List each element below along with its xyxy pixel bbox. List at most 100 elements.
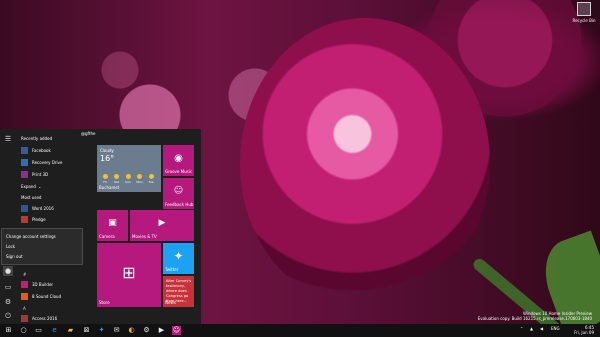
app-label: 3D Builder: [32, 282, 54, 287]
tile-weather[interactable]: Cloudy 16° Fri Sat Sun Mon Tue Bucharest: [97, 145, 161, 192]
language-indicator[interactable]: ENG: [551, 326, 560, 331]
forecast-day: Sun: [123, 173, 133, 184]
documents-icon[interactable]: ▭: [3, 282, 13, 292]
twitter-bird-icon: ✦: [173, 249, 184, 263]
forecast-day: Sat: [112, 173, 122, 184]
evaluation-watermark: Windows 10 Home Insider Preview Evaluati…: [478, 311, 592, 321]
app-list: Recently added Facebook Recovery Drive P…: [17, 132, 93, 322]
tile-groove-music[interactable]: ◉ Groove Music: [163, 145, 194, 176]
tile-label: Movies & TV: [132, 234, 157, 239]
sun-icon: [114, 174, 119, 179]
expand-label: Expand: [21, 184, 36, 189]
taskbar: ⊞ ○ ▭ e ▰ ⊠ ✦ ✉ ◐ ⚙ ▶ ☺ ⌃ ▲ ◀ ENG 6:45 F…: [0, 324, 600, 337]
app-recovery-drive[interactable]: Recovery Drive: [21, 158, 62, 167]
tile-camera[interactable]: ▣ Camera: [97, 210, 128, 241]
user-account-icon[interactable]: ●: [3, 266, 13, 276]
app-facebook[interactable]: Facebook: [21, 146, 51, 155]
weather-location: Bucharest: [99, 185, 120, 190]
tile-label: News: [165, 300, 176, 305]
expand-button[interactable]: Expand ⌄: [21, 182, 41, 191]
tile-twitter[interactable]: ✦ Twitter: [163, 243, 194, 274]
store-icon[interactable]: ⊠: [82, 326, 91, 335]
tile-label: Groove Music: [165, 169, 193, 174]
recovery-drive-icon: [21, 159, 28, 166]
sun-icon: [148, 174, 154, 179]
volume-icon[interactable]: ◀: [540, 326, 543, 331]
sun-icon: [125, 174, 131, 179]
app-label: Access 2016: [32, 316, 58, 321]
tile-label: Feedback Hub: [165, 202, 194, 207]
flower-image: [240, 18, 490, 308]
tiles-group-header: @gfthe: [81, 131, 96, 136]
tile-label: Twitter: [165, 267, 179, 272]
clock-date: Fri, Jun 09: [574, 330, 594, 335]
app-pledge[interactable]: Pledge: [21, 215, 46, 224]
app-label: Word 2016: [32, 206, 54, 211]
sun-icon: [102, 174, 108, 179]
forecast-day: Mon: [135, 173, 145, 184]
access-icon: [21, 315, 28, 322]
app-label: Pledge: [32, 217, 46, 222]
app-label: 8 Sound Cloud: [32, 294, 62, 299]
section-letter-hash[interactable]: #: [23, 272, 26, 277]
feedback-taskbar-icon[interactable]: ☺: [172, 326, 181, 335]
weather-temperature: 16°: [100, 154, 115, 163]
section-letter-a[interactable]: A: [23, 306, 26, 311]
app-3d-builder[interactable]: 3D Builder: [21, 280, 53, 289]
app-label: Print 3D: [32, 172, 49, 177]
change-account-settings[interactable]: Change account settings: [6, 234, 56, 239]
3d-builder-icon: [21, 281, 28, 288]
start-left-rail: ☰ ● ▭ ⚙ ⏻: [0, 129, 16, 324]
lock-option[interactable]: Lock: [6, 244, 15, 249]
sign-out-option[interactable]: Sign out: [6, 254, 23, 259]
tile-movies-tv[interactable]: ▶ Movies & TV: [130, 210, 194, 241]
recycle-bin-label: Recycle Bin: [572, 18, 596, 23]
forecast-day: Fri: [100, 173, 110, 184]
feedback-icon: ☺: [173, 186, 184, 196]
recycle-bin[interactable]: Recycle Bin: [571, 2, 597, 23]
forecast-day: Tue: [146, 173, 156, 184]
chevron-down-icon: ⌄: [37, 184, 42, 189]
tile-label: Camera: [99, 234, 115, 239]
tile-feedback-hub[interactable]: ☺ Feedback Hub: [163, 178, 194, 209]
pledge-icon: [21, 216, 28, 223]
store-bag-icon: ⊞: [122, 263, 136, 282]
sun-icon: [137, 174, 142, 179]
start-button-icon[interactable]: ⊞: [4, 326, 13, 335]
film-icon: ▶: [158, 218, 166, 228]
file-explorer-icon[interactable]: ▰: [66, 326, 75, 335]
media-icon[interactable]: ▶: [157, 326, 166, 335]
tile-label: Store: [99, 300, 110, 305]
most-used-heading: Most used: [21, 195, 42, 200]
settings-gear-icon[interactable]: ⚙: [3, 297, 13, 307]
word-icon: [21, 205, 28, 212]
weather-condition: Cloudy: [100, 148, 114, 153]
app-8-sound-cloud[interactable]: 8 Sound Cloud: [21, 292, 61, 301]
soundcloud-icon: [21, 293, 28, 300]
app-print-3d[interactable]: Print 3D: [21, 170, 48, 179]
tile-news[interactable]: After Comey's testimony, where does Cong…: [163, 276, 194, 307]
tile-store[interactable]: ⊞ Store: [97, 243, 161, 307]
app-access-2016[interactable]: Access 2016: [21, 314, 57, 323]
network-icon[interactable]: ▲: [530, 326, 533, 331]
power-icon[interactable]: ⏻: [3, 311, 13, 321]
settings-taskbar-icon[interactable]: ⚙: [142, 326, 151, 335]
camera-icon: ▣: [108, 218, 117, 228]
task-view-icon[interactable]: ▭: [34, 326, 43, 335]
watermark-line-2: Evaluation copy. Build 16215.rs_prerelea…: [477, 316, 592, 321]
facebook-icon: [21, 147, 28, 154]
clock[interactable]: 6:45 Fri, Jun 09: [574, 325, 594, 335]
edge-browser-icon[interactable]: e: [50, 326, 59, 335]
search-icon[interactable]: ○: [19, 326, 28, 335]
mail-icon[interactable]: ✉: [112, 326, 121, 335]
app-label: Facebook: [32, 148, 51, 153]
print-3d-icon: [21, 171, 28, 178]
app-label: Recovery Drive: [32, 160, 63, 165]
app-word-2016[interactable]: Word 2016: [21, 204, 54, 213]
recycle-bin-icon: [577, 2, 591, 16]
groove-music-icon: ◉: [174, 153, 183, 164]
chrome-icon[interactable]: ◐: [127, 326, 136, 335]
hamburger-menu-icon[interactable]: ☰: [3, 134, 13, 144]
twitter-taskbar-icon[interactable]: ✦: [97, 326, 106, 335]
tray-chevron-icon[interactable]: ⌃: [520, 326, 523, 331]
